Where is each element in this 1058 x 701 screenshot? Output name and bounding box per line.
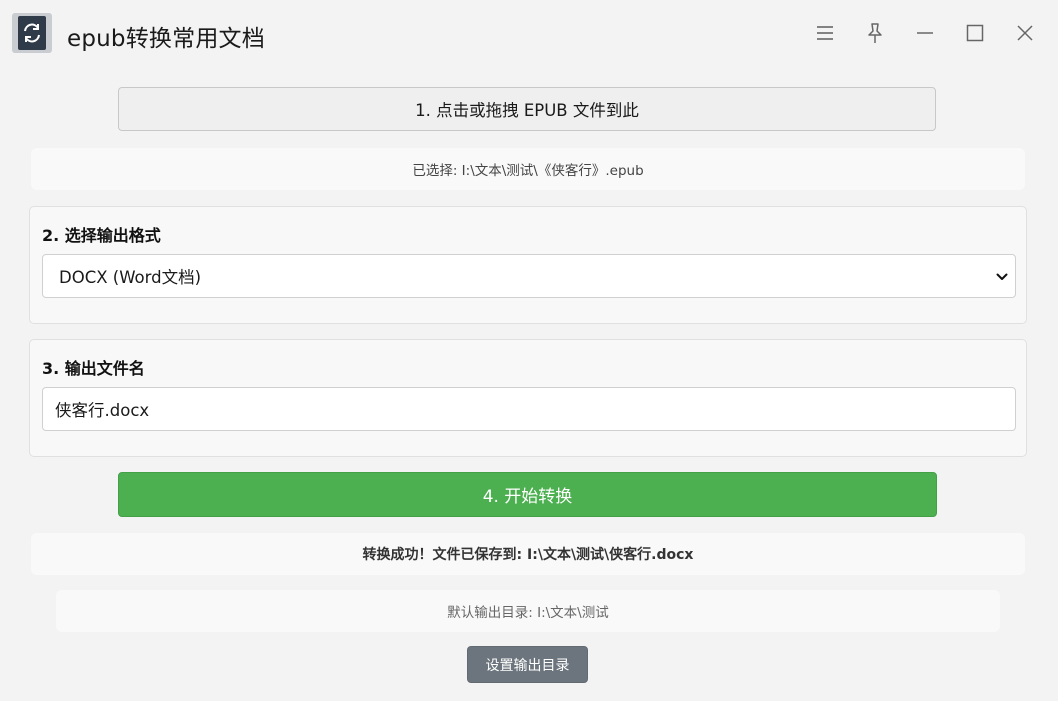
start-convert-button[interactable]: 4. 开始转换: [118, 472, 937, 517]
default-output-dir-text: 默认输出目录: I:\文本\测试: [447, 605, 609, 621]
epub-drop-zone-button[interactable]: 1. 点击或拖拽 EPUB 文件到此: [118, 87, 936, 131]
format-label: 2. 选择输出格式: [42, 226, 161, 245]
conversion-result-text: 转换成功！文件已保存到: I:\文本\测试\侠客行.docx: [362, 547, 694, 563]
maximize-icon[interactable]: [962, 20, 988, 46]
format-select[interactable]: DOCX (Word文档): [42, 254, 1016, 298]
selected-file-text: 已选择: I:\文本\测试\《侠客行》.epub: [412, 163, 644, 179]
pin-icon[interactable]: [862, 20, 888, 46]
menu-icon[interactable]: [812, 20, 838, 46]
set-output-dir-button[interactable]: 设置输出目录: [467, 646, 588, 683]
default-output-dir-box: 默认输出目录: I:\文本\测试: [56, 590, 1000, 632]
minimize-icon[interactable]: [912, 20, 938, 46]
title-bar: epub转换常用文档: [0, 0, 1058, 68]
chevron-down-icon: [995, 269, 1009, 288]
filename-value: 侠客行.docx: [55, 401, 150, 420]
format-selected-value: DOCX (Word文档): [59, 268, 202, 287]
close-icon[interactable]: [1012, 20, 1038, 46]
format-panel: 2. 选择输出格式 DOCX (Word文档): [29, 206, 1027, 324]
selected-file-info: 已选择: I:\文本\测试\《侠客行》.epub: [31, 148, 1025, 190]
app-logo-icon: [12, 13, 52, 53]
app-window: epub转换常用文档 1. 点击或拖拽 EPUB 文件到此 已选择: I:\文本…: [0, 0, 1058, 701]
filename-label: 3. 输出文件名: [42, 359, 145, 378]
conversion-result-box: 转换成功！文件已保存到: I:\文本\测试\侠客行.docx: [31, 533, 1025, 575]
app-title: epub转换常用文档: [67, 26, 265, 52]
filename-panel: 3. 输出文件名 侠客行.docx: [29, 339, 1027, 457]
filename-input[interactable]: 侠客行.docx: [42, 387, 1016, 431]
